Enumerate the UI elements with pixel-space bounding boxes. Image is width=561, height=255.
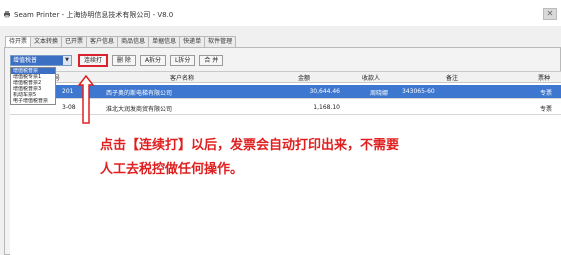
cell-amount: 30,644.46 <box>309 88 340 95</box>
annotation-arrow-icon <box>78 75 94 124</box>
tab-express-waybill[interactable]: 快递单 <box>179 36 206 47</box>
merge-button[interactable]: 合 并 <box>199 55 224 66</box>
chevron-down-icon[interactable]: ▼ <box>63 56 71 65</box>
tab-text-conversion[interactable]: 文本转换 <box>30 36 63 47</box>
app-window: Seam Printer - 上海协明信息技术有限公司 - V8.0 ✕ 待开票… <box>0 0 561 255</box>
invoice-type-select[interactable]: 增值税普 ▼ <box>10 55 72 66</box>
dropdown-option[interactable]: 电子增值税普票 <box>11 98 55 104</box>
cell-id: 3-08 <box>62 104 76 111</box>
column-header-payee[interactable]: 收款人 <box>362 73 380 82</box>
continuous-print-button[interactable]: 连续打 <box>78 54 109 67</box>
cell-customer: 淮北大润发商贸有限公司 <box>106 106 173 113</box>
cell-id: 201 <box>62 88 74 95</box>
tab-software-management[interactable]: 软件管理 <box>204 36 237 47</box>
close-button[interactable]: ✕ <box>543 8 557 20</box>
tab-document-info[interactable]: 单据信息 <box>148 36 181 47</box>
tab-issued-invoices[interactable]: 已开票 <box>61 36 88 47</box>
window-title: Seam Printer - 上海协明信息技术有限公司 - V8.0 <box>14 11 174 19</box>
split-a-button[interactable]: A拆分 <box>139 55 167 66</box>
column-header-type[interactable]: 票种 <box>538 73 550 82</box>
invoice-type-value: 增值税普 <box>13 57 38 64</box>
column-header-remark[interactable]: 备注 <box>446 73 458 82</box>
annotation-text-line-1: 点击【连续打】以后，发票会自动打印出来，不需要 <box>100 138 400 153</box>
printer-icon <box>4 11 10 18</box>
cell-remark: 343065-60 <box>402 88 435 95</box>
tab-customer-info[interactable]: 客户信息 <box>86 36 119 47</box>
cell-type: 专票 <box>540 106 553 113</box>
tab-product-info[interactable]: 商品信息 <box>117 36 150 47</box>
title-bar: Seam Printer - 上海协明信息技术有限公司 - V8.0 ✕ <box>0 0 561 26</box>
column-header-amount[interactable]: 金额 <box>298 73 310 82</box>
delete-button[interactable]: 删 除 <box>112 55 136 66</box>
cell-customer: 西子奥的斯电梯有限公司 <box>106 90 173 97</box>
cell-type: 专票 <box>540 90 553 97</box>
invoice-type-dropdown-list: 增值税普票 增值税专票1 增值税普票2 增值税普票3 机动车票5 电子增值税普票 <box>10 67 56 105</box>
annotation-text-line-2: 人工去税控做任何操作。 <box>100 162 244 177</box>
close-icon: ✕ <box>546 9 554 18</box>
toolbar: 增值税普 ▼ 连续打 删 除 A拆分 L拆分 合 并 <box>10 54 224 67</box>
cell-amount: 1,168.10 <box>313 104 340 111</box>
cell-payee: 周晓娜 <box>370 90 389 97</box>
split-l-button[interactable]: L拆分 <box>170 55 196 66</box>
column-header-customer[interactable]: 客户名称 <box>170 73 194 82</box>
